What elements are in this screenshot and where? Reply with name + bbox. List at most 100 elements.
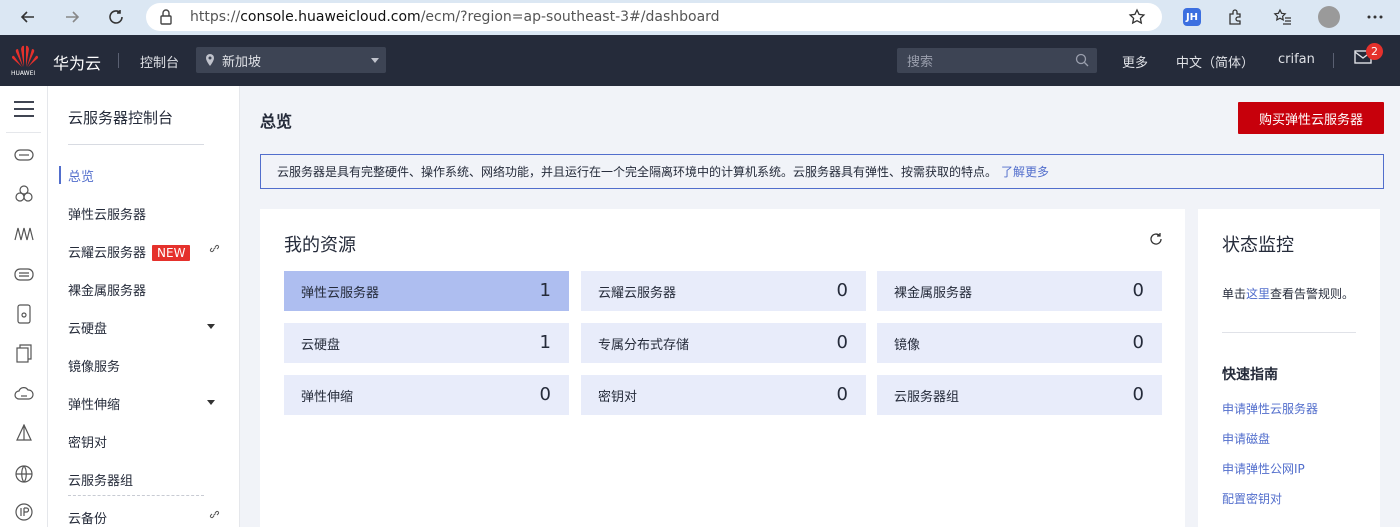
globe-network-icon[interactable]	[12, 462, 36, 486]
sidebar-divider	[68, 144, 204, 145]
sidebar-item-ecs[interactable]: 弹性云服务器	[68, 204, 230, 223]
external-link-icon	[209, 509, 220, 524]
monitor-text: 单击这里查看告警规则。	[1222, 287, 1355, 301]
resource-count: 1	[539, 280, 551, 301]
more-menu[interactable]: 更多	[1122, 52, 1148, 71]
search-icon[interactable]	[1075, 53, 1089, 71]
more-options-icon[interactable]	[1364, 6, 1386, 28]
device-icon[interactable]	[12, 302, 36, 326]
url-prefix: https://	[190, 9, 241, 25]
console-link[interactable]: 控制台	[140, 52, 179, 71]
region-selector[interactable]: 新加坡	[196, 47, 386, 73]
resource-count: 0	[1132, 332, 1144, 353]
chevron-down-icon	[207, 324, 215, 329]
guide-link-apply-eip[interactable]: 申请弹性公网IP	[1222, 460, 1305, 477]
info-notice: 云服务器是具有完整硬件、操作系统、网络功能，并且运行在一个完全隔离环境中的计算机…	[260, 154, 1384, 189]
guide-link-config-keypair[interactable]: 配置密钥对	[1222, 490, 1282, 507]
chevron-down-icon	[207, 400, 215, 405]
resource-tile-hecs[interactable]: 云耀云服务器 0	[581, 271, 866, 311]
jh-extension-icon[interactable]: JH	[1181, 6, 1203, 28]
new-badge: NEW	[152, 245, 191, 261]
sidebar: 云服务器控制台 总览 弹性云服务器 云耀云服务器 NEW 裸金属服务器 云硬盘 镜…	[48, 86, 240, 527]
url-path: /ecm/?region=ap-southeast-3#/dashboard	[420, 9, 720, 25]
page-title: 总览	[260, 112, 293, 131]
guide-link-apply-ecs[interactable]: 申请弹性云服务器	[1222, 400, 1318, 417]
favorites-list-icon[interactable]	[1272, 6, 1294, 28]
resource-count: 0	[1132, 384, 1144, 405]
my-resources-card: 我的资源 弹性云服务器 1 云耀云服务器 0 裸金属服务器 0 云硬盘 1 专属分布式存…	[260, 209, 1185, 527]
waveform-icon[interactable]	[12, 222, 36, 246]
back-icon[interactable]	[17, 6, 39, 28]
forward-icon[interactable]	[61, 6, 83, 28]
learn-more-link[interactable]: 了解更多	[1001, 163, 1049, 180]
resource-tile-as[interactable]: 弹性伸缩 0	[284, 375, 569, 415]
resource-tile-dss[interactable]: 专属分布式存储 0	[581, 323, 866, 363]
chevron-down-icon	[371, 58, 379, 63]
service-icon-rail	[0, 86, 48, 527]
cluster-icon[interactable]	[12, 182, 36, 206]
console-header: HUAWEI 华为云 控制台 新加坡 搜索 更多 中文（简体） crifan 2	[0, 35, 1400, 86]
notice-text: 云服务器是具有完整硬件、操作系统、网络功能，并且运行在一个完全隔离环境中的计算机…	[277, 165, 998, 179]
resource-count: 0	[1132, 280, 1144, 301]
url-host: console.huaweicloud.com	[240, 9, 421, 25]
monitor-title: 状态监控	[1222, 235, 1294, 256]
refresh-icon[interactable]	[1149, 232, 1163, 250]
profile-avatar[interactable]	[1318, 6, 1340, 28]
quick-guide-title: 快速指南	[1222, 367, 1278, 383]
header-divider	[1333, 53, 1334, 68]
mail-count-badge: 2	[1366, 43, 1383, 60]
language-menu[interactable]: 中文（简体）	[1176, 52, 1254, 71]
resource-count: 0	[836, 280, 848, 301]
ip-address-icon[interactable]	[12, 500, 36, 524]
sidebar-item-cbr[interactable]: 云备份	[68, 508, 230, 527]
extensions-puzzle-icon[interactable]	[1224, 6, 1246, 28]
resource-count: 0	[539, 384, 551, 405]
sidebar-item-bms[interactable]: 裸金属服务器	[68, 280, 230, 299]
browser-toolbar: https://console.huaweicloud.com/ecm/?reg…	[0, 0, 1400, 35]
resources-title: 我的资源	[284, 235, 356, 256]
lock-icon	[158, 8, 176, 26]
sidebar-item-keypair[interactable]: 密钥对	[68, 432, 230, 451]
resource-tile-evs[interactable]: 云硬盘 1	[284, 323, 569, 363]
resource-count: 0	[836, 332, 848, 353]
storage-disk-icon[interactable]	[12, 262, 36, 286]
hamburger-menu-icon[interactable]	[12, 97, 36, 121]
resource-tile-image[interactable]: 镜像 0	[877, 323, 1162, 363]
region-name: 新加坡	[222, 54, 262, 70]
cloud-icon[interactable]	[12, 382, 36, 406]
search-input[interactable]: 搜索	[897, 48, 1097, 73]
sidebar-title: 云服务器控制台	[68, 109, 174, 127]
sidebar-item-ims[interactable]: 镜像服务	[68, 356, 230, 375]
sidebar-item-evs[interactable]: 云硬盘	[68, 318, 230, 337]
document-copy-icon[interactable]	[12, 342, 36, 366]
resource-tile-keypair[interactable]: 密钥对 0	[581, 375, 866, 415]
search-placeholder: 搜索	[907, 55, 934, 70]
resource-tile-server-group[interactable]: 云服务器组 0	[877, 375, 1162, 415]
external-link-icon	[209, 243, 220, 258]
sidebar-item-server-group[interactable]: 云服务器组	[68, 470, 230, 489]
reload-icon[interactable]	[105, 6, 127, 28]
resource-count: 0	[836, 384, 848, 405]
buy-ecs-button[interactable]: 购买弹性云服务器	[1238, 102, 1384, 134]
logo-text: HUAWEI	[11, 70, 36, 77]
resource-tile-ecs[interactable]: 弹性云服务器 1	[284, 271, 569, 311]
cloud-server-icon[interactable]	[12, 142, 36, 166]
guide-link-apply-disk[interactable]: 申请磁盘	[1222, 430, 1270, 447]
header-divider	[118, 53, 119, 68]
location-pin-icon	[206, 54, 214, 66]
sidebar-item-hecs[interactable]: 云耀云服务器 NEW	[68, 242, 230, 261]
resource-tile-bms[interactable]: 裸金属服务器 0	[877, 271, 1162, 311]
sail-icon[interactable]	[12, 422, 36, 446]
status-monitor-card: 状态监控 单击这里查看告警规则。 快速指南 申请弹性云服务器 申请磁盘 申请弹性…	[1198, 209, 1380, 527]
sidebar-dashed-divider	[68, 495, 204, 496]
favorite-star-icon[interactable]	[1128, 8, 1146, 30]
brand-name[interactable]: 华为云	[53, 50, 101, 74]
sidebar-item-as[interactable]: 弹性伸缩	[68, 394, 230, 413]
alarm-rules-link[interactable]: 这里	[1246, 287, 1270, 301]
address-bar[interactable]: https://console.huaweicloud.com/ecm/?reg…	[146, 3, 1162, 31]
resource-count: 1	[539, 332, 551, 353]
monitor-divider	[1222, 332, 1356, 333]
active-indicator	[59, 166, 61, 184]
sidebar-item-overview[interactable]: 总览	[68, 166, 230, 185]
user-menu[interactable]: crifan	[1278, 52, 1315, 67]
